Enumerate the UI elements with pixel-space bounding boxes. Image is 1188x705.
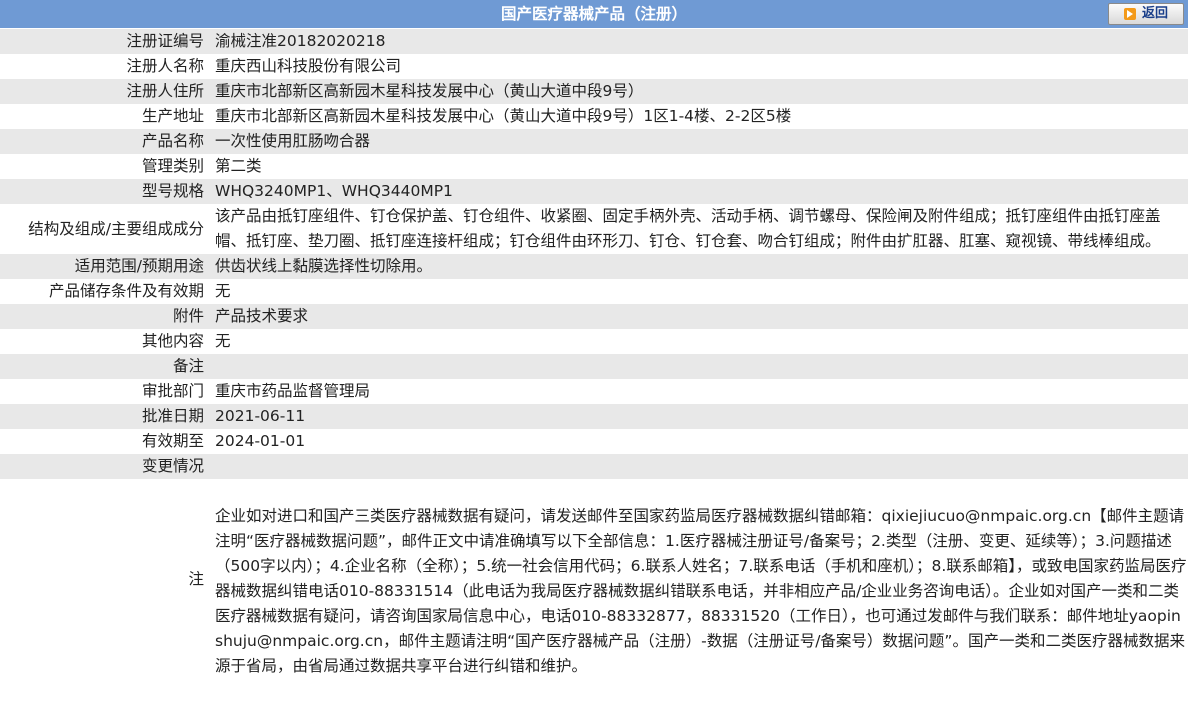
table-row: 产品名称 一次性使用肛肠吻合器 <box>0 129 1188 154</box>
field-value: 重庆西山科技股份有限公司 <box>210 54 1188 79</box>
field-label: 有效期至 <box>0 429 210 454</box>
field-label: 注册证编号 <box>0 29 210 54</box>
field-value: 一次性使用肛肠吻合器 <box>210 129 1188 154</box>
field-value: 无 <box>210 279 1188 304</box>
field-label: 注册人住所 <box>0 79 210 104</box>
field-label: 管理类别 <box>0 154 210 179</box>
back-button[interactable]: 返回 <box>1108 3 1184 25</box>
field-label: 注册人名称 <box>0 54 210 79</box>
table-row: 产品储存条件及有效期无 <box>0 279 1188 304</box>
table-row: 管理类别 第二类 <box>0 154 1188 179</box>
field-value: WHQ3240MP1、WHQ3440MP1 <box>210 179 1188 204</box>
field-value: 2021-06-11 <box>210 404 1188 429</box>
field-label: 生产地址 <box>0 104 210 129</box>
table-row: 结构及组成/主要组成成分 该产品由抵钉座组件、钉仓保护盖、钉仓组件、收紧圈、固定手… <box>0 204 1188 254</box>
field-label: 变更情况 <box>0 454 210 479</box>
page-title: 国产医疗器械产品（注册） <box>500 5 687 23</box>
table-row: 注册人住所 重庆市北部新区高新园木星科技发展中心（黄山大道中段9号） <box>0 79 1188 104</box>
field-label: 结构及组成/主要组成成分 <box>0 204 210 254</box>
page-header: 国产医疗器械产品（注册） 返回 <box>0 0 1188 29</box>
field-value: 该产品由抵钉座组件、钉仓保护盖、钉仓组件、收紧圈、固定手柄外壳、活动手柄、调节螺… <box>210 204 1188 254</box>
table-row: 其他内容无 <box>0 329 1188 354</box>
field-value <box>210 454 1188 479</box>
table-row: 适用范围/预期用途 供齿状线上黏膜选择性切除用。 <box>0 254 1188 279</box>
table-row: 审批部门 重庆市药品监督管理局 <box>0 379 1188 404</box>
table-row: 附件 产品技术要求 <box>0 304 1188 329</box>
field-value: 第二类 <box>210 154 1188 179</box>
field-value: 重庆市北部新区高新园木星科技发展中心（黄山大道中段9号） <box>210 79 1188 104</box>
field-value: 产品技术要求 <box>210 304 1188 329</box>
field-label: 批准日期 <box>0 404 210 429</box>
field-value: 重庆市北部新区高新园木星科技发展中心（黄山大道中段9号）1区1-4楼、2-2区5… <box>210 104 1188 129</box>
field-label: 产品储存条件及有效期 <box>0 279 210 304</box>
table-row: 变更情况 <box>0 454 1188 479</box>
table-row: 注册人名称 重庆西山科技股份有限公司 <box>0 54 1188 79</box>
note-label: 注 <box>0 479 210 679</box>
back-button-label: 返回 <box>1141 6 1168 21</box>
field-value <box>210 354 1188 379</box>
field-label: 适用范围/预期用途 <box>0 254 210 279</box>
note-row: 注企业如对进口和国产三类医疗器械数据有疑问，请发送邮件至国家药监局医疗器械数据纠… <box>0 479 1188 679</box>
field-value: 渝械注准20182020218 <box>210 29 1188 54</box>
field-label: 其他内容 <box>0 329 210 354</box>
field-label: 备注 <box>0 354 210 379</box>
arrow-right-icon <box>1123 8 1136 20</box>
field-label: 审批部门 <box>0 379 210 404</box>
table-row: 生产地址 重庆市北部新区高新园木星科技发展中心（黄山大道中段9号）1区1-4楼、2… <box>0 104 1188 129</box>
field-value: 重庆市药品监督管理局 <box>210 379 1188 404</box>
field-value: 供齿状线上黏膜选择性切除用。 <box>210 254 1188 279</box>
table-row: 注册证编号 渝械注准20182020218 <box>0 29 1188 54</box>
table-row: 有效期至 2024-01-01 <box>0 429 1188 454</box>
field-label: 附件 <box>0 304 210 329</box>
field-label: 产品名称 <box>0 129 210 154</box>
table-row: 备注 <box>0 354 1188 379</box>
field-value: 2024-01-01 <box>210 429 1188 454</box>
note-text: 企业如对进口和国产三类医疗器械数据有疑问，请发送邮件至国家药监局医疗器械数据纠错… <box>210 479 1188 679</box>
field-value: 无 <box>210 329 1188 354</box>
info-table: 注册证编号 渝械注准20182020218 注册人名称 重庆西山科技股份有限公司 注册人… <box>0 29 1188 679</box>
field-label: 型号规格 <box>0 179 210 204</box>
table-row: 批准日期 2021-06-11 <box>0 404 1188 429</box>
table-row: 型号规格 WHQ3240MP1、WHQ3440MP1 <box>0 179 1188 204</box>
